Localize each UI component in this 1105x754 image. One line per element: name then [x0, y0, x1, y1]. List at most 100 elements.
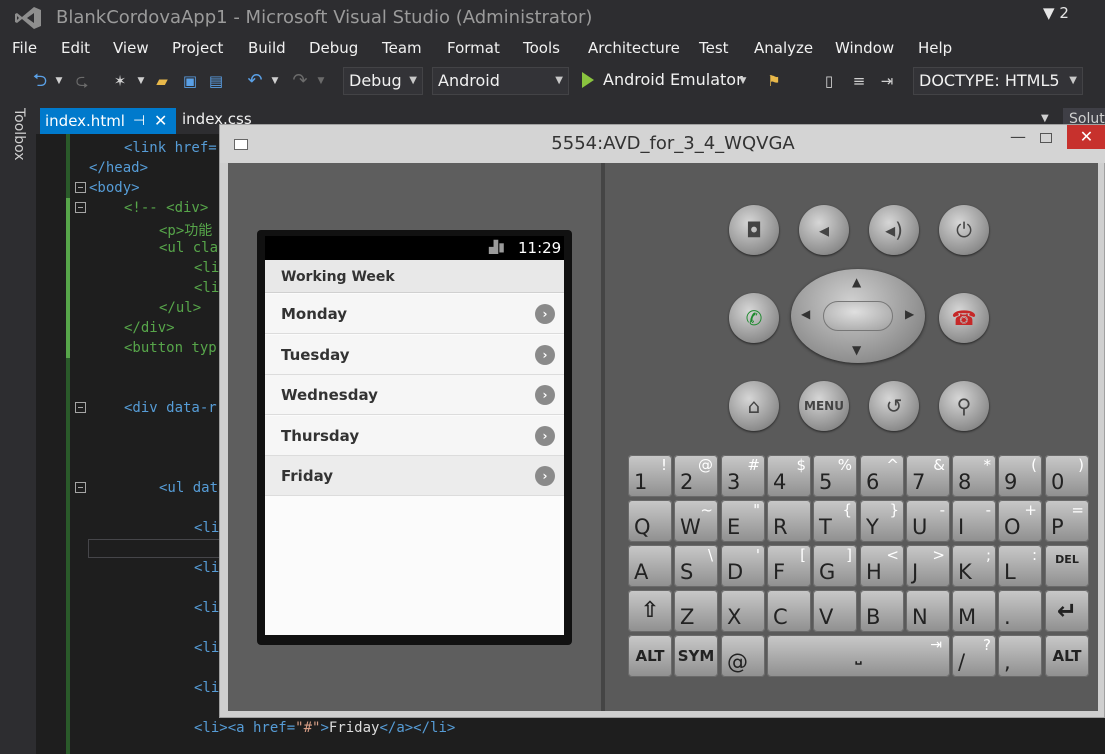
forward-icon[interactable]: ⮎: [72, 70, 92, 92]
back-button[interactable]: ↺: [869, 381, 919, 431]
key-l[interactable]: L:: [998, 545, 1042, 587]
menu-build[interactable]: Build: [248, 39, 286, 57]
key-k[interactable]: K;: [952, 545, 996, 587]
key-d[interactable]: D ': [721, 545, 765, 587]
run-target-button[interactable]: Android Emulator: [603, 70, 743, 89]
list-item[interactable]: Friday ›: [265, 456, 564, 496]
key-6[interactable]: 6 ^: [860, 455, 904, 497]
list-item[interactable]: Tuesday ›: [265, 335, 564, 375]
format-list-icon[interactable]: ≡: [849, 70, 869, 92]
undo-dropdown-icon[interactable]: ▼: [270, 70, 280, 92]
key-slash[interactable]: /?: [952, 635, 996, 677]
notification-flag[interactable]: ▼ 2: [1043, 4, 1069, 22]
key-3[interactable]: 3 #: [721, 455, 765, 497]
save-icon[interactable]: ▣: [180, 70, 200, 92]
alt-key[interactable]: ALT: [628, 635, 672, 677]
key-at[interactable]: @: [721, 635, 765, 677]
menu-help[interactable]: Help: [918, 39, 952, 57]
back-dropdown-icon[interactable]: ▼: [54, 70, 64, 92]
configuration-dropdown[interactable]: Debug ▼: [343, 67, 423, 95]
key-i[interactable]: I-: [952, 500, 996, 542]
key-x[interactable]: X: [721, 590, 765, 632]
key-r[interactable]: R: [767, 500, 811, 542]
key-9[interactable]: 9(: [998, 455, 1042, 497]
search-button[interactable]: ⚲: [939, 381, 989, 431]
save-all-icon[interactable]: ▤: [206, 70, 226, 92]
arrow-right-icon[interactable]: ▶: [905, 307, 914, 321]
key-y[interactable]: Y}: [860, 500, 904, 542]
menu-file[interactable]: File: [12, 39, 37, 57]
minimize-icon[interactable]: —: [1010, 127, 1026, 146]
home-button[interactable]: ⌂: [729, 381, 779, 431]
maximize-icon[interactable]: [1040, 133, 1052, 143]
key-1[interactable]: 1!: [628, 455, 672, 497]
key-period[interactable]: .: [998, 590, 1042, 632]
key-s[interactable]: S \: [674, 545, 718, 587]
volume-up-button[interactable]: ◂): [869, 205, 919, 255]
document-icon[interactable]: ▯: [819, 70, 839, 92]
toolbox-tab[interactable]: Toolbox: [11, 108, 27, 161]
menu-debug[interactable]: Debug: [309, 39, 358, 57]
key-0[interactable]: 0): [1045, 455, 1089, 497]
menu-analyze[interactable]: Analyze: [754, 39, 813, 57]
platform-dropdown[interactable]: Android ▼: [432, 67, 569, 95]
arrow-up-icon[interactable]: ▲: [852, 275, 861, 289]
undo-icon[interactable]: ↶: [245, 70, 265, 92]
key-f[interactable]: F[: [767, 545, 811, 587]
list-item[interactable]: Wednesday ›: [265, 375, 564, 415]
menu-view[interactable]: View: [113, 39, 149, 57]
doctype-dropdown[interactable]: DOCTYPE: HTML5 ▼: [913, 67, 1083, 95]
tab-index-html[interactable]: index.html ⊣ ✕: [40, 108, 176, 134]
key-p[interactable]: P =: [1045, 500, 1089, 542]
key-n[interactable]: N: [906, 590, 950, 632]
shift-key[interactable]: ⇧: [628, 590, 672, 632]
browser-link-icon[interactable]: ⚑: [763, 70, 785, 92]
key-g[interactable]: G]: [813, 545, 857, 587]
menu-test[interactable]: Test: [699, 39, 729, 57]
menu-project[interactable]: Project: [172, 39, 223, 57]
camera-button[interactable]: ◘: [729, 205, 779, 255]
space-key[interactable]: ⎵ ⇥: [767, 635, 950, 677]
phone-screen[interactable]: Working Week Monday › Tuesday › Wednesday ›…: [265, 260, 564, 635]
indent-icon[interactable]: ⇥: [877, 70, 897, 92]
close-icon[interactable]: ✕: [1067, 125, 1105, 149]
key-m[interactable]: M: [952, 590, 996, 632]
close-icon[interactable]: ✕: [154, 108, 167, 134]
key-a[interactable]: A: [628, 545, 672, 587]
key-8[interactable]: 8 *: [952, 455, 996, 497]
open-folder-icon[interactable]: ▰: [152, 70, 172, 92]
key-o[interactable]: O +: [998, 500, 1042, 542]
menu-format[interactable]: Format: [447, 39, 500, 57]
delete-key[interactable]: DEL: [1045, 545, 1089, 587]
power-button[interactable]: ⏻: [939, 205, 989, 255]
menu-team[interactable]: Team: [382, 39, 422, 57]
fold-toggle-icon[interactable]: [75, 202, 86, 213]
key-t[interactable]: T{: [813, 500, 857, 542]
list-item[interactable]: Thursday ›: [265, 416, 564, 456]
key-z[interactable]: Z: [674, 590, 718, 632]
key-4[interactable]: 4 $: [767, 455, 811, 497]
key-v[interactable]: V: [813, 590, 857, 632]
run-target-dropdown-icon[interactable]: ▼: [737, 70, 749, 92]
play-icon[interactable]: [582, 72, 594, 88]
key-u[interactable]: U-: [906, 500, 950, 542]
menu-window[interactable]: Window: [835, 39, 894, 57]
arrow-left-icon[interactable]: ◀: [801, 307, 810, 321]
key-c[interactable]: C: [767, 590, 811, 632]
fold-toggle-icon[interactable]: [75, 182, 86, 193]
redo-icon[interactable]: ↷: [290, 70, 310, 92]
redo-dropdown-icon[interactable]: ▼: [316, 70, 326, 92]
new-item-dropdown-icon[interactable]: ▼: [136, 70, 146, 92]
dpad[interactable]: ▲ ▼ ◀ ▶: [791, 269, 925, 363]
key-5[interactable]: 5%: [813, 455, 857, 497]
list-item[interactable]: Monday ›: [265, 294, 564, 334]
key-comma[interactable]: ,: [998, 635, 1042, 677]
new-item-icon[interactable]: ✶: [110, 70, 130, 92]
sym-key[interactable]: SYM: [674, 635, 718, 677]
alt-key[interactable]: ALT: [1045, 635, 1089, 677]
key-h[interactable]: H <: [860, 545, 904, 587]
menu-tools[interactable]: Tools: [523, 39, 560, 57]
arrow-down-icon[interactable]: ▼: [852, 343, 861, 357]
menu-architecture[interactable]: Architecture: [588, 39, 680, 57]
pin-icon[interactable]: ⊣: [133, 108, 145, 134]
